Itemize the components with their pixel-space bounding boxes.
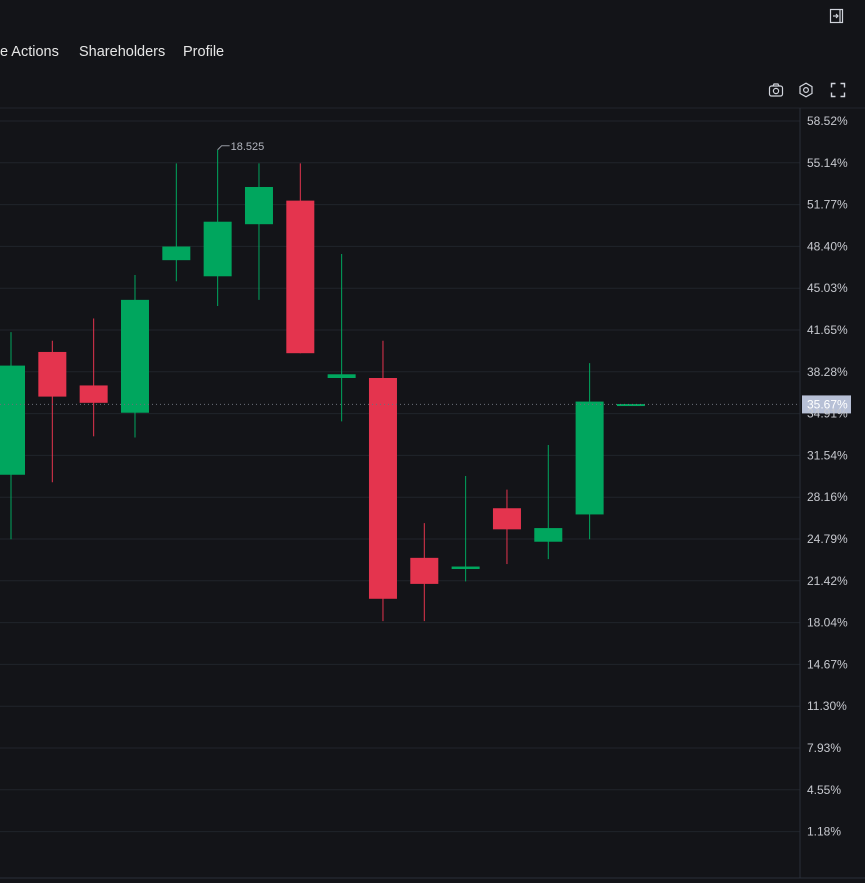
candle-body (410, 557, 439, 584)
y-tick-label: 48.40% (807, 239, 848, 253)
high-annotation-leader (217, 145, 230, 151)
candle (162, 163, 191, 282)
candle (534, 444, 563, 560)
candle-body (286, 200, 315, 354)
candles (0, 149, 645, 622)
high-annotation-label: 18.525 (231, 141, 265, 153)
y-tick-label: 51.77% (807, 198, 848, 212)
candle-body (327, 374, 356, 379)
y-tick-label: 58.52% (807, 114, 848, 128)
y-tick-label: 7.93% (807, 741, 841, 755)
candle-body (492, 508, 521, 530)
y-tick-label: 28.16% (807, 490, 848, 504)
y-tick-label: 4.55% (807, 783, 841, 797)
candle-body (368, 378, 397, 599)
candle-body (120, 299, 149, 413)
candle (451, 475, 480, 582)
y-tick-label: 18.04% (807, 616, 848, 630)
candle-body (203, 221, 232, 277)
y-tick-label: 55.14% (807, 156, 848, 170)
y-tick-label: 14.67% (807, 657, 848, 671)
candle-body (575, 401, 604, 515)
y-tick-label: 34.91% (807, 407, 848, 421)
high-annotation: 18.525 (217, 141, 265, 153)
y-tick-label: 21.42% (807, 574, 848, 588)
candle (492, 489, 521, 565)
candle (575, 363, 604, 540)
candle (368, 340, 397, 622)
candle-body (162, 246, 191, 261)
y-tick-label: 1.18% (807, 825, 841, 839)
y-tick-label: 41.65% (807, 323, 848, 337)
candle-body (79, 385, 108, 403)
y-tick-label: 38.28% (807, 365, 848, 379)
candle (286, 163, 315, 354)
y-tick-label: 11.30% (807, 699, 847, 713)
grid-lines (0, 120, 800, 833)
candle-body (0, 365, 25, 475)
y-tick-label: 31.54% (807, 448, 848, 462)
candle (410, 523, 439, 622)
candle (244, 163, 273, 300)
candle-body (534, 528, 563, 542)
candle-body (38, 351, 67, 397)
price-axis: 58.52% 55.14% 51.77% 48.40% 45.03% 41.65% 38.2… (807, 114, 848, 839)
y-tick-label: 24.79% (807, 532, 848, 546)
candle-body (451, 566, 480, 570)
candle (327, 253, 356, 422)
candle (79, 318, 108, 437)
candle (0, 332, 25, 540)
candle-body (244, 186, 273, 225)
y-tick-label: 45.03% (807, 281, 848, 295)
candle (203, 149, 232, 307)
candle (38, 340, 67, 483)
candlestick-chart[interactable]: 35.67% 58.52%55.14%51.77%48.40%45.03%41.… (0, 0, 865, 883)
